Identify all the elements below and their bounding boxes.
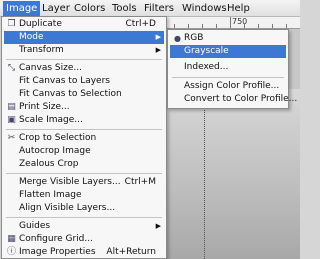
menu-item-flatten-image[interactable]: Flatten Image <box>4 189 164 202</box>
menu-item-crop-to-selection[interactable]: ✂ Crop to Selection <box>4 132 164 145</box>
menu-separator <box>6 129 162 130</box>
image-menu-dropdown: ❐ Duplicate Ctrl+D Mode ▶ Transform ▶ ⤡ … <box>1 16 167 259</box>
menu-item-canvas-size[interactable]: ⤡ Canvas Size... <box>4 62 164 75</box>
menu-item-label: Image Properties <box>19 247 96 257</box>
submenu-item-rgb[interactable]: ● RGB <box>170 32 286 45</box>
radio-selected-icon: ● <box>174 34 181 43</box>
submenu-item-indexed[interactable]: Indexed... <box>170 61 286 74</box>
menu-item-label: Transform <box>19 45 64 55</box>
menu-item-label: Mode <box>19 32 44 42</box>
menu-item-label: Duplicate <box>19 19 62 29</box>
print-size-icon: ▤ <box>7 102 16 112</box>
menu-filters[interactable]: Filters <box>141 2 177 15</box>
menu-item-fit-canvas-to-layers[interactable]: Fit Canvas to Layers <box>4 75 164 88</box>
ruler-tick <box>174 24 175 28</box>
menu-item-label: Fit Canvas to Selection <box>19 89 122 99</box>
ruler-tick <box>202 24 203 28</box>
submenu-item-label: Grayscale <box>184 46 229 56</box>
menu-colors[interactable]: Colors <box>71 2 108 15</box>
ruler-tick <box>244 24 245 28</box>
menu-item-label: Zealous Crop <box>19 159 79 169</box>
menu-item-zealous-crop[interactable]: Zealous Crop <box>4 158 164 171</box>
menu-separator <box>6 217 162 218</box>
horizontal-ruler: 750 <box>164 17 300 29</box>
menu-item-shortcut: Alt+Return <box>106 247 156 257</box>
submenu-item-label: Indexed... <box>184 62 229 72</box>
menu-item-label: Guides <box>19 221 51 231</box>
info-icon: ⓘ <box>6 247 16 257</box>
ruler-tick <box>286 24 287 28</box>
menu-item-label: Canvas Size... <box>19 63 82 73</box>
menu-item-label: Merge Visible Layers... <box>19 177 121 187</box>
mode-submenu: ● RGB Grayscale Indexed... Assign Color … <box>167 29 297 109</box>
submenu-item-grayscale[interactable]: Grayscale <box>170 45 286 58</box>
menu-item-configure-grid[interactable]: ▦ Configure Grid... <box>4 233 164 246</box>
menu-item-label: Print Size... <box>19 102 70 112</box>
menu-item-autocrop-image[interactable]: Autocrop Image <box>4 145 164 158</box>
menu-separator <box>6 59 162 60</box>
menu-item-label: Configure Grid... <box>19 234 93 244</box>
menu-tools[interactable]: Tools <box>109 2 140 15</box>
menu-item-label: Autocrop Image <box>19 146 91 156</box>
grid-icon: ▦ <box>7 234 16 244</box>
menu-item-merge-visible-layers[interactable]: Merge Visible Layers... Ctrl+M <box>4 176 164 189</box>
submenu-item-label: Assign Color Profile... <box>184 81 280 91</box>
submenu-item-label: Convert to Color Profile... <box>184 94 298 104</box>
menu-item-duplicate[interactable]: ❐ Duplicate Ctrl+D <box>4 18 164 31</box>
menu-item-label: Fit Canvas to Layers <box>19 76 110 86</box>
menu-item-guides[interactable]: Guides ▶ <box>4 220 164 233</box>
menu-item-label: Crop to Selection <box>19 133 97 143</box>
menu-item-label: Align Visible Layers... <box>19 203 116 213</box>
ruler-tick <box>230 17 231 28</box>
menu-help[interactable]: Help <box>224 2 253 15</box>
submenu-item-convert-to-color-profile[interactable]: Convert to Color Profile... <box>170 93 297 106</box>
menu-item-fit-canvas-to-selection[interactable]: Fit Canvas to Selection <box>4 88 164 101</box>
submenu-arrow-icon: ▶ <box>155 33 161 41</box>
submenu-arrow-icon: ▶ <box>155 222 161 230</box>
menu-item-align-visible-layers[interactable]: Align Visible Layers... <box>4 202 164 215</box>
menu-item-shortcut: Ctrl+D <box>125 19 157 29</box>
menu-separator <box>172 77 284 78</box>
scale-image-icon: ▣ <box>7 115 16 125</box>
crop-icon: ✂ <box>7 133 16 143</box>
ruler-tick <box>188 24 189 28</box>
menu-item-image-properties[interactable]: ⓘ Image Properties Alt+Return <box>4 246 164 259</box>
menu-item-print-size[interactable]: ▤ Print Size... <box>4 101 164 114</box>
ruler-tick <box>272 24 273 28</box>
ruler-tick <box>258 24 259 28</box>
menu-item-shortcut: Ctrl+M <box>124 177 156 187</box>
menubar: Image Layer Colors Tools Filters Windows… <box>0 0 300 17</box>
menu-layer[interactable]: Layer <box>39 2 73 15</box>
menu-item-label: Scale Image... <box>19 115 83 125</box>
menu-windows[interactable]: Windows <box>179 2 230 15</box>
menu-item-transform[interactable]: Transform ▶ <box>4 44 164 57</box>
submenu-item-assign-color-profile[interactable]: Assign Color Profile... <box>170 80 286 93</box>
duplicate-icon: ❐ <box>7 19 16 29</box>
canvas-image <box>164 89 300 259</box>
canvas-boundary <box>204 89 206 259</box>
canvas-size-icon: ⤡ <box>7 63 16 73</box>
ruler-tick <box>216 24 217 28</box>
submenu-item-label: RGB <box>184 33 204 43</box>
menu-item-mode[interactable]: Mode ▶ <box>4 31 164 44</box>
menu-item-scale-image[interactable]: ▣ Scale Image... <box>4 114 164 127</box>
menu-image[interactable]: Image <box>3 1 41 16</box>
menu-item-label: Flatten Image <box>19 190 82 200</box>
menu-separator <box>6 173 162 174</box>
submenu-arrow-icon: ▶ <box>155 46 161 54</box>
